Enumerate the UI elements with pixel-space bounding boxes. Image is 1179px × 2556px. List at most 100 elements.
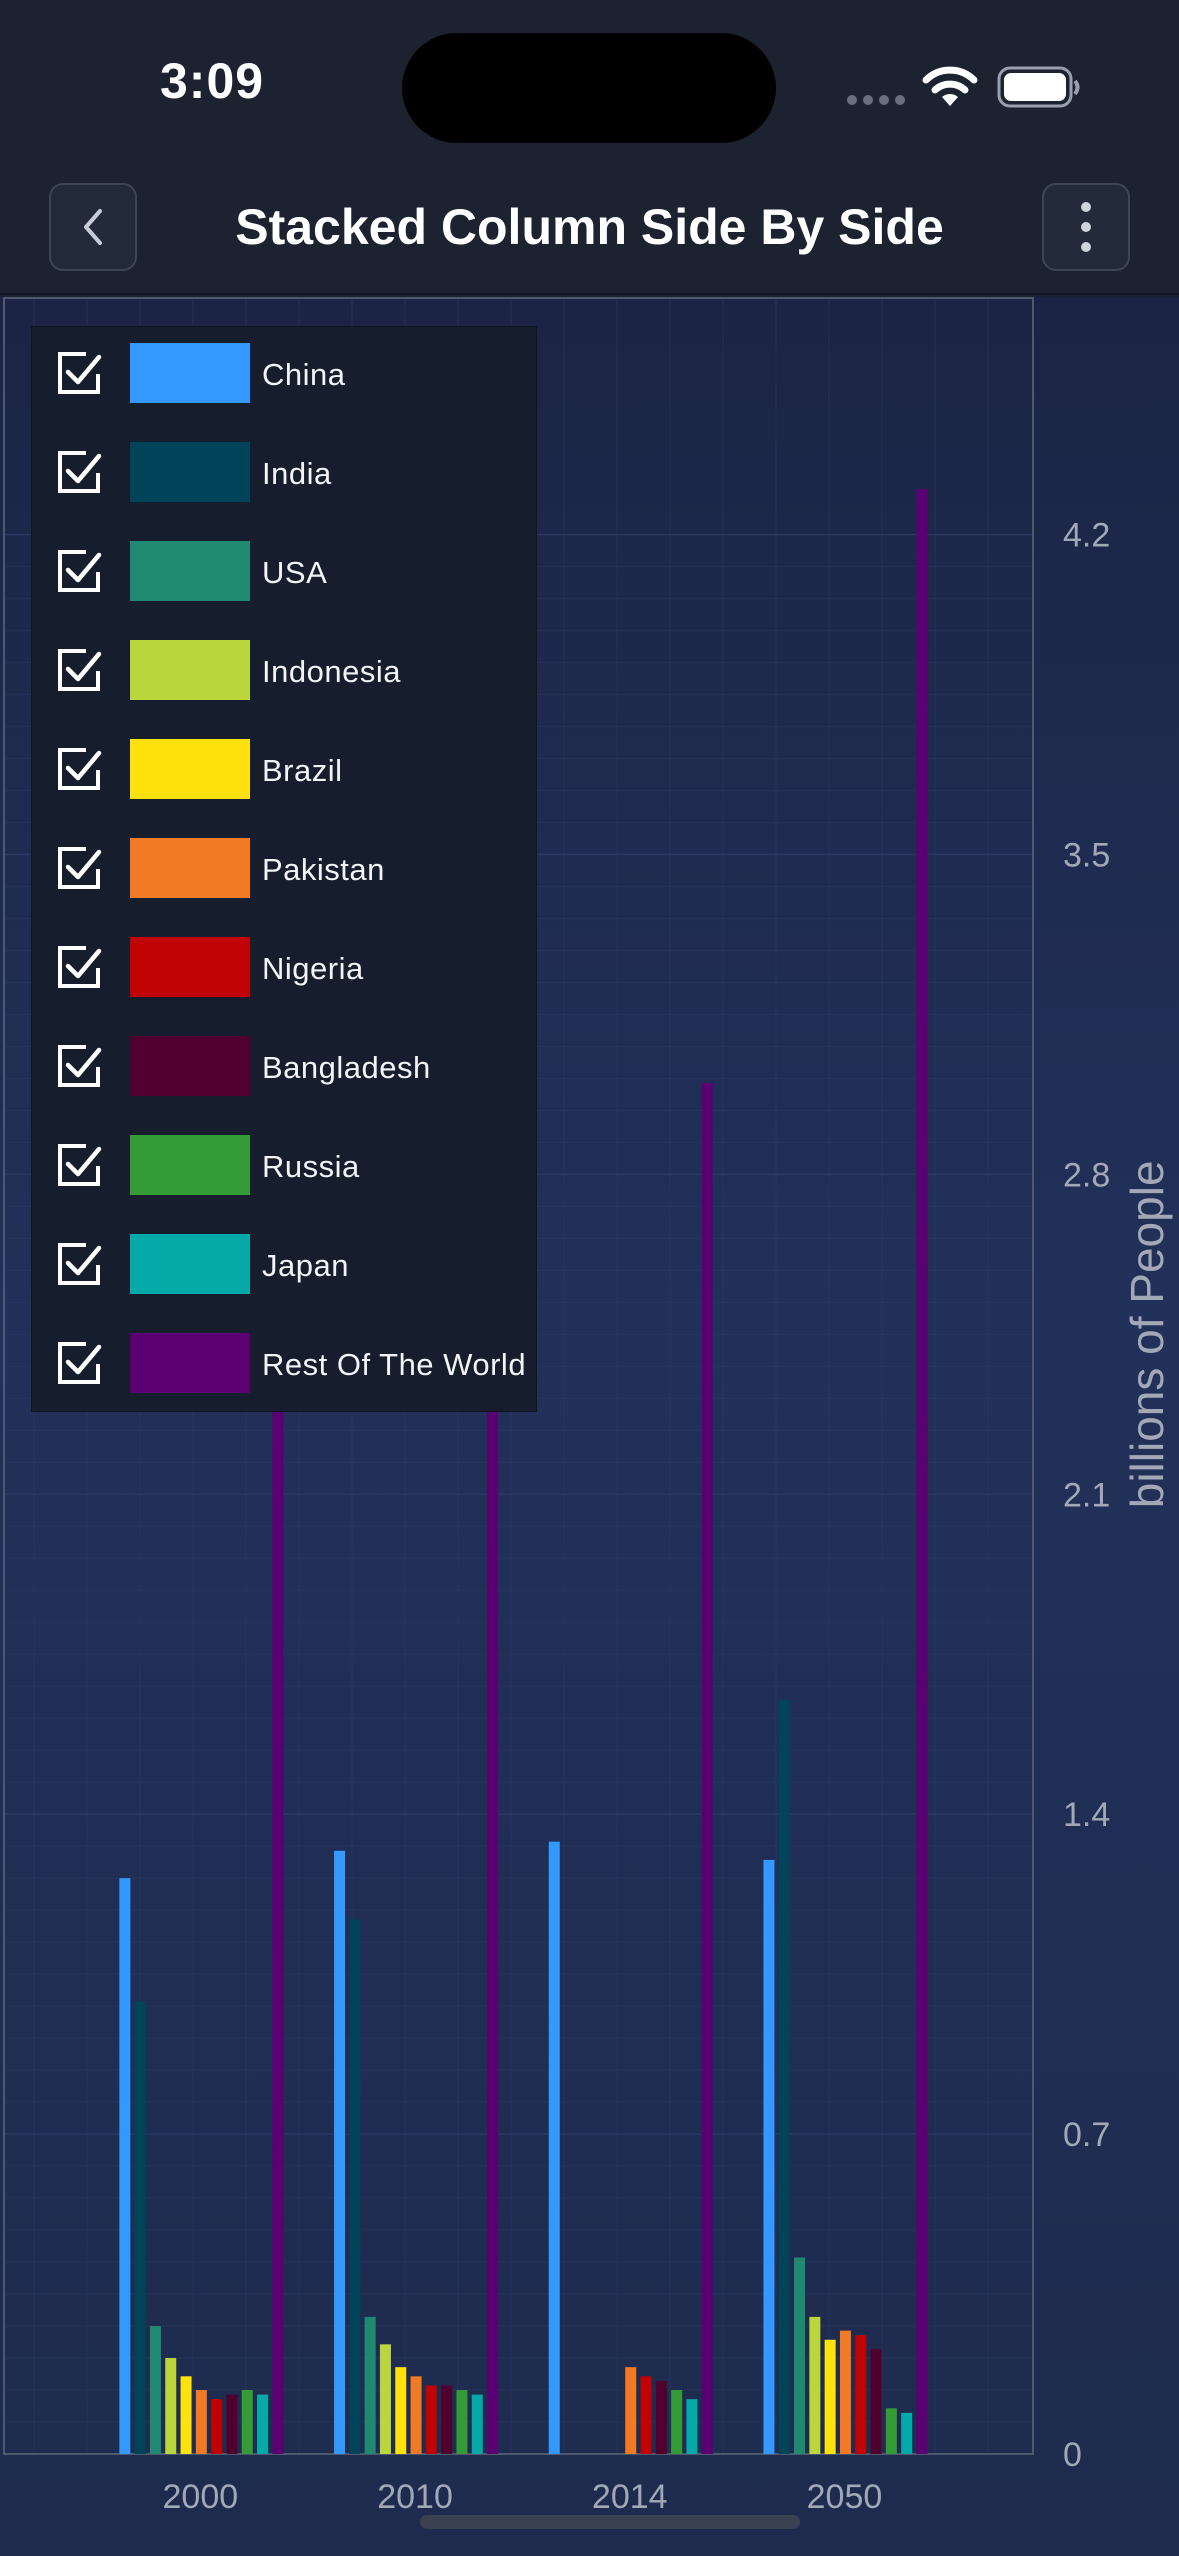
legend-label: Indonesia <box>262 654 401 689</box>
bar[interactable] <box>686 2399 698 2454</box>
checkbox-checked-icon[interactable] <box>56 1241 102 1287</box>
bar[interactable] <box>671 2390 683 2454</box>
bar[interactable] <box>257 2394 269 2454</box>
bar[interactable] <box>119 1878 131 2454</box>
x-tick-label: 2000 <box>163 2478 239 2516</box>
bar[interactable] <box>794 2257 806 2454</box>
y-tick-label: 3.5 <box>1063 837 1110 875</box>
legend-label: India <box>262 456 332 491</box>
bar[interactable] <box>211 2399 223 2454</box>
legend-item-usa[interactable]: USA <box>32 525 538 624</box>
legend-item-india[interactable]: India <box>32 426 538 525</box>
bar[interactable] <box>839 2330 851 2454</box>
y-axis: 0 0.7 1.4 2.1 2.8 3.5 4.2 <box>1063 517 1110 2474</box>
checkbox-checked-icon[interactable] <box>56 746 102 792</box>
wifi-icon <box>922 66 978 106</box>
legend-item-brazil[interactable]: Brazil <box>32 723 538 822</box>
bar[interactable] <box>134 2001 146 2454</box>
bar[interactable] <box>364 2316 376 2454</box>
status-bar: 3:09 <box>0 0 1179 170</box>
x-axis: 2000 2010 2014 2050 <box>163 2478 883 2516</box>
bar[interactable] <box>349 1919 361 2454</box>
bar[interactable] <box>149 2326 161 2454</box>
page-title: Stacked Column Side By Side <box>235 199 944 255</box>
bar[interactable] <box>395 2367 407 2454</box>
legend-item-bangladesh[interactable]: Bangladesh <box>32 1020 538 1119</box>
checkbox-checked-icon[interactable] <box>56 647 102 693</box>
bar[interactable] <box>226 2394 238 2454</box>
legend-item-pakistan[interactable]: Pakistan <box>32 822 538 921</box>
bar[interactable] <box>410 2376 422 2454</box>
bar[interactable] <box>763 1859 775 2454</box>
bar[interactable] <box>916 488 928 2454</box>
bar[interactable] <box>471 2394 483 2454</box>
legend-label: Pakistan <box>262 852 385 887</box>
legend-swatch <box>130 1135 250 1195</box>
bar[interactable] <box>701 1083 713 2454</box>
bar[interactable] <box>180 2376 192 2454</box>
legend-item-russia[interactable]: Russia <box>32 1119 538 1218</box>
cellular-signal-icon <box>847 95 905 105</box>
bar[interactable] <box>809 2316 821 2454</box>
legend-swatch <box>130 739 250 799</box>
legend-item-china[interactable]: China <box>32 327 538 426</box>
bar[interactable] <box>824 2339 836 2454</box>
legend-item-nigeria[interactable]: Nigeria <box>32 921 538 1020</box>
chart-legend: China India USA Indonesia Brazil Pakistan Nige… <box>31 326 537 1412</box>
legend-swatch <box>130 937 250 997</box>
legend-label: China <box>262 357 346 392</box>
y-tick-label: 0 <box>1063 2436 1082 2474</box>
bar[interactable] <box>487 1384 499 2454</box>
checkbox-checked-icon[interactable] <box>56 1142 102 1188</box>
legend-item-rest-of-the-world[interactable]: Rest Of The World <box>32 1317 538 1416</box>
bar[interactable] <box>334 1850 346 2454</box>
y-tick-label: 1.4 <box>1063 1796 1110 1834</box>
bar[interactable] <box>441 2385 453 2454</box>
bar[interactable] <box>272 1384 284 2454</box>
x-tick-label: 2050 <box>807 2478 883 2516</box>
bar[interactable] <box>425 2385 437 2454</box>
y-axis-title: billions of People <box>1121 1160 1173 1508</box>
bar[interactable] <box>379 2344 391 2454</box>
legend-label: Japan <box>262 1248 349 1283</box>
dynamic-island <box>402 33 776 143</box>
y-tick-label: 4.2 <box>1063 517 1110 555</box>
bar[interactable] <box>885 2408 897 2454</box>
y-tick-label: 2.8 <box>1063 1156 1110 1194</box>
legend-label: Bangladesh <box>262 1050 431 1085</box>
y-tick-label: 2.1 <box>1063 1476 1110 1514</box>
bar[interactable] <box>655 2380 667 2454</box>
legend-swatch <box>130 442 250 502</box>
checkbox-checked-icon[interactable] <box>56 944 102 990</box>
legend-swatch <box>130 640 250 700</box>
checkbox-checked-icon[interactable] <box>56 350 102 396</box>
bar[interactable] <box>241 2390 253 2454</box>
legend-swatch <box>130 343 250 403</box>
bar[interactable] <box>855 2335 867 2454</box>
bar[interactable] <box>195 2390 207 2454</box>
battery-icon <box>997 66 1080 108</box>
bar[interactable] <box>625 2367 637 2454</box>
bar[interactable] <box>456 2390 468 2454</box>
navigation-bar: Stacked Column Side By Side <box>0 170 1179 295</box>
legend-label: Nigeria <box>262 951 364 986</box>
checkbox-checked-icon[interactable] <box>56 449 102 495</box>
bar[interactable] <box>640 2376 652 2454</box>
legend-item-indonesia[interactable]: Indonesia <box>32 624 538 723</box>
bar[interactable] <box>548 1841 560 2454</box>
y-tick-label: 0.7 <box>1063 2116 1110 2154</box>
checkbox-checked-icon[interactable] <box>56 1043 102 1089</box>
bar[interactable] <box>778 1699 790 2454</box>
legend-item-japan[interactable]: Japan <box>32 1218 538 1317</box>
bar[interactable] <box>165 2358 177 2454</box>
legend-swatch <box>130 838 250 898</box>
more-options-button[interactable] <box>1042 183 1130 271</box>
checkbox-checked-icon[interactable] <box>56 845 102 891</box>
status-time: 3:09 <box>160 53 265 109</box>
checkbox-checked-icon[interactable] <box>56 548 102 594</box>
bar[interactable] <box>901 2412 913 2454</box>
more-vertical-icon <box>1081 202 1091 252</box>
checkbox-checked-icon[interactable] <box>56 1340 102 1386</box>
bar[interactable] <box>870 2348 882 2454</box>
x-tick-label: 2014 <box>592 2478 668 2516</box>
